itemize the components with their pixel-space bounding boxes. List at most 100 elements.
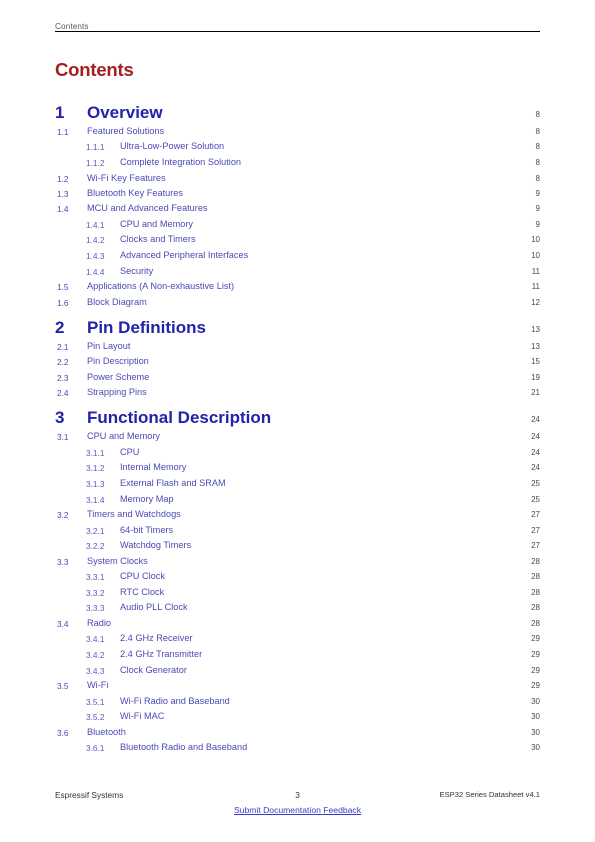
toc-entry[interactable]: 3.4.3 Clock Generator 29 xyxy=(55,664,540,680)
toc-entry-number: 2 xyxy=(55,317,65,337)
toc-entry-number: 2.1 xyxy=(57,341,69,352)
toc-entry[interactable]: 1.4.1 CPU and Memory 9 xyxy=(55,218,540,234)
toc-entry[interactable]: 3.3 System Clocks 28 xyxy=(55,555,540,570)
toc-entry[interactable]: 2.4 Strapping Pins 21 xyxy=(55,386,540,401)
toc-entry-page-number: 28 xyxy=(531,587,540,597)
toc-entry[interactable]: 3.2.2 Watchdog Timers 27 xyxy=(55,539,540,555)
toc-entry-number: 3.3.3 xyxy=(86,603,105,614)
toc-entry-title: Power Scheme xyxy=(87,371,150,382)
toc-entry-page-number: 13 xyxy=(531,341,540,351)
toc-entry-page-number: 30 xyxy=(531,696,540,706)
toc-entry[interactable]: 3.4 Radio 28 xyxy=(55,617,540,632)
toc-entry-number: 1.4.3 xyxy=(86,250,105,261)
toc-entry-title: Bluetooth Key Features xyxy=(87,187,184,198)
toc-entry-page-number: 9 xyxy=(535,204,540,214)
toc-entry-page-number: 29 xyxy=(531,649,540,659)
toc-entry[interactable]: 2 Pin Definitions 13 xyxy=(55,318,540,340)
toc-entry-title: Wi-Fi MAC xyxy=(120,711,165,722)
toc-entry[interactable]: 3.3.3 Audio PLL Clock 28 xyxy=(55,601,540,617)
header-rule-divider xyxy=(55,31,540,32)
toc-entry[interactable]: 3.1.4 Memory Map 25 xyxy=(55,493,540,509)
toc-entry[interactable]: 3.1.1 CPU 24 xyxy=(55,446,540,462)
toc-entry[interactable]: 3.2 Timers and Watchdogs 27 xyxy=(55,508,540,523)
toc-entry-number: 3.3.1 xyxy=(86,572,105,583)
toc-entry-page-number: 21 xyxy=(531,388,540,398)
toc-entry-title: Ultra-Low-Power Solution xyxy=(120,141,225,152)
toc-entry[interactable]: 3.4.1 2.4 GHz Receiver 29 xyxy=(55,632,540,648)
toc-entry-title: Advanced Peripheral Interfaces xyxy=(120,249,249,260)
toc-entry[interactable]: 3 Functional Description 24 xyxy=(55,408,540,430)
toc-entry-title: Bluetooth xyxy=(87,726,126,737)
toc-entry[interactable]: 1.1.1 Ultra-Low-Power Solution 8 xyxy=(55,140,540,156)
page-footer: Espressif Systems 3 Submit Documentation… xyxy=(55,790,540,820)
toc-entry[interactable]: 3.5 Wi-Fi 29 xyxy=(55,679,540,694)
toc-entry-page-number: 29 xyxy=(531,681,540,691)
toc-entry[interactable]: 1.4.4 Security 11 xyxy=(55,265,540,281)
toc-entry-number: 1.1 xyxy=(57,127,69,137)
toc-entry[interactable]: 1.1 Featured Solutions 8 xyxy=(55,125,540,140)
toc-entry-title: Applications (A Non-exhaustive List) xyxy=(87,281,235,292)
toc-entry-title: Timers and Watchdogs xyxy=(87,509,181,520)
toc-entry-number: 2.3 xyxy=(57,372,69,383)
toc-entry-page-number: 13 xyxy=(531,324,540,334)
toc-entry[interactable]: 2.3 Power Scheme 19 xyxy=(55,371,540,386)
toc-entry[interactable]: 1.6 Block Diagram 12 xyxy=(55,296,540,311)
toc-entry-number: 3.2.2 xyxy=(86,541,105,552)
toc-entry[interactable]: 1.4 MCU and Advanced Features 9 xyxy=(55,202,540,217)
toc-entry[interactable]: 1 Overview 8 xyxy=(55,103,540,125)
toc-entry-page-number: 19 xyxy=(531,372,540,382)
toc-entry-title: Clocks and Timers xyxy=(120,234,196,245)
toc-entry-page-number: 25 xyxy=(531,494,540,504)
toc-entry[interactable]: 3.3.2 RTC Clock 28 xyxy=(55,586,540,602)
toc-entry-number: 3.1.2 xyxy=(86,463,105,474)
toc-entry-number: 2.4 xyxy=(57,388,69,399)
toc-entry[interactable]: 1.1.2 Complete Integration Solution 8 xyxy=(55,156,540,172)
toc-entry-title: Pin Layout xyxy=(87,340,131,351)
toc-entry-number: 3.2 xyxy=(57,510,69,521)
toc-entry-page-number: 29 xyxy=(531,665,540,675)
toc-entry[interactable]: 3.6.1 Bluetooth Radio and Baseband 30 xyxy=(55,741,540,757)
toc-entry[interactable]: 3.5.1 Wi-Fi Radio and Baseband 30 xyxy=(55,695,540,711)
toc-entry-number: 1 xyxy=(55,103,65,122)
toc-entry[interactable]: 3.4.2 2.4 GHz Transmitter 29 xyxy=(55,648,540,664)
toc-entry-number: 1.4.2 xyxy=(86,235,105,246)
toc-entry[interactable]: 1.3 Bluetooth Key Features 9 xyxy=(55,187,540,202)
toc-entry[interactable]: 1.2 Wi-Fi Key Features 8 xyxy=(55,172,540,187)
toc-entry-page-number: 8 xyxy=(535,110,540,119)
toc-entry[interactable]: 3.1.2 Internal Memory 24 xyxy=(55,461,540,477)
toc-entry[interactable]: 3.6 Bluetooth 30 xyxy=(55,726,540,741)
toc-entry[interactable]: 2.1 Pin Layout 13 xyxy=(55,340,540,355)
toc-entry-number: 3.5 xyxy=(57,681,69,692)
toc-entry-page-number: 28 xyxy=(531,556,540,566)
toc-entry[interactable]: 3.1.3 External Flash and SRAM 25 xyxy=(55,477,540,493)
toc-entry-page-number: 24 xyxy=(531,415,540,425)
toc-entry[interactable]: 2.2 Pin Description 15 xyxy=(55,355,540,370)
toc-entry[interactable]: 3.2.1 64-bit Timers 27 xyxy=(55,524,540,540)
toc-entry-number: 3.4 xyxy=(57,618,69,629)
toc-entry-page-number: 8 xyxy=(535,173,540,183)
toc-entry-number: 3.1.1 xyxy=(86,447,105,458)
toc-entry-title: Featured Solutions xyxy=(87,126,165,136)
toc-entry-page-number: 8 xyxy=(535,142,540,152)
toc-entry-number: 3.3.2 xyxy=(86,587,105,598)
toc-entry[interactable]: 3.1 CPU and Memory 24 xyxy=(55,430,540,445)
toc-entry-page-number: 8 xyxy=(535,127,540,136)
toc-entry-title: Memory Map xyxy=(120,493,174,504)
toc-entry-page-number: 9 xyxy=(535,188,540,198)
toc-entry-title: Clock Generator xyxy=(120,664,187,675)
toc-entry-number: 3.4.2 xyxy=(86,649,105,660)
toc-entry-page-number: 12 xyxy=(531,297,540,307)
toc-entry-page-number: 27 xyxy=(531,525,540,535)
toc-entry[interactable]: 3.5.2 Wi-Fi MAC 30 xyxy=(55,710,540,726)
toc-entry[interactable]: 1.4.3 Advanced Peripheral Interfaces 10 xyxy=(55,249,540,265)
toc-entry-page-number: 11 xyxy=(531,282,540,292)
toc-entry-number: 3 xyxy=(55,408,65,428)
toc-entry-title: RTC Clock xyxy=(120,586,165,597)
toc-entry[interactable]: 1.4.2 Clocks and Timers 10 xyxy=(55,233,540,249)
toc-entry[interactable]: 1.5 Applications (A Non-exhaustive List) 1… xyxy=(55,280,540,295)
toc-entry-page-number: 10 xyxy=(531,235,540,245)
toc-entry-title: System Clocks xyxy=(87,555,148,566)
submit-documentation-feedback-link[interactable]: Submit Documentation Feedback xyxy=(234,805,361,815)
toc-entry[interactable]: 3.3.1 CPU Clock 28 xyxy=(55,570,540,586)
toc-entry-title: Watchdog Timers xyxy=(120,540,192,551)
